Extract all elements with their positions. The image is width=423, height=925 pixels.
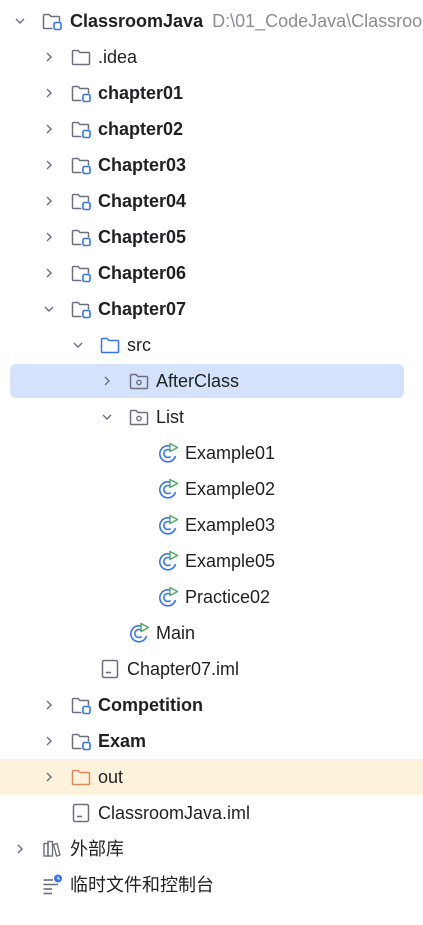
tree-label-src: src xyxy=(127,335,151,355)
module-folder-icon xyxy=(70,694,92,716)
tree-row-chapter02[interactable]: chapter02 xyxy=(0,111,423,147)
module-folder-icon xyxy=(70,118,92,140)
iml-file-icon xyxy=(99,658,121,680)
excluded-folder-icon xyxy=(70,766,92,788)
runnable-class-icon xyxy=(157,550,179,572)
chevron-down-icon[interactable] xyxy=(70,327,86,363)
chevron-right-icon[interactable] xyxy=(41,723,57,759)
runnable-class-icon xyxy=(157,478,179,500)
library-icon xyxy=(41,838,63,860)
tree-label-out: out xyxy=(98,767,124,787)
chevron-right-icon[interactable] xyxy=(41,759,57,795)
module-folder-icon xyxy=(41,10,63,32)
chevron-right-icon[interactable] xyxy=(41,687,57,723)
tree-label-exam: Exam xyxy=(98,731,147,751)
tree-row-chapter03[interactable]: Chapter03 xyxy=(0,147,423,183)
tree-label-competition: Competition xyxy=(98,695,203,715)
tree-label-afterclass: AfterClass xyxy=(156,371,240,391)
module-folder-icon xyxy=(70,730,92,752)
tree-row-scratches[interactable]: 临时文件和控制台 xyxy=(0,867,423,903)
chevron-right-icon[interactable] xyxy=(41,255,57,291)
tree-label-classroom-iml: ClassroomJava.iml xyxy=(98,803,251,823)
tree-row-exam[interactable]: Exam xyxy=(0,723,423,759)
source-folder-icon xyxy=(99,334,121,356)
tree-label-chapter07-iml: Chapter07.iml xyxy=(127,659,240,679)
chevron-right-icon[interactable] xyxy=(41,183,57,219)
tree-row-chapter07[interactable]: Chapter07 xyxy=(0,291,423,327)
project-path: D:\01_CodeJava\Classroo xyxy=(212,11,423,31)
tree-label-scratches: 临时文件和控制台 xyxy=(70,875,214,895)
tree-label-chapter04: Chapter04 xyxy=(98,191,187,211)
tree-label-example01: Example01 xyxy=(185,443,276,463)
chevron-down-icon[interactable] xyxy=(41,291,57,327)
module-folder-icon xyxy=(70,190,92,212)
tree-label-chapter02: chapter02 xyxy=(98,119,184,139)
tree-label-chapter07: Chapter07 xyxy=(98,299,187,319)
runnable-class-icon xyxy=(157,514,179,536)
tree-label-main: Main xyxy=(156,623,196,643)
tree-row-list[interactable]: List xyxy=(0,399,423,435)
chevron-right-icon[interactable] xyxy=(41,147,57,183)
scratches-icon xyxy=(41,874,63,896)
tree-row-out[interactable]: out xyxy=(0,759,423,795)
tree-row-example03[interactable]: Example03 xyxy=(0,507,423,543)
tree-label-chapter05: Chapter05 xyxy=(98,227,187,247)
package-icon xyxy=(128,406,150,428)
tree-label-root: ClassroomJava D:\01_CodeJava\Classroo xyxy=(70,11,423,31)
tree-row-root[interactable]: ClassroomJava D:\01_CodeJava\Classroo xyxy=(0,3,423,39)
tree-row-afterclass[interactable]: AfterClass xyxy=(0,363,423,399)
excluded-highlight xyxy=(0,759,423,795)
module-folder-icon xyxy=(70,298,92,320)
chevron-right-icon[interactable] xyxy=(41,39,57,75)
chevron-down-icon[interactable] xyxy=(12,3,28,39)
tree-label-example02: Example02 xyxy=(185,479,276,499)
package-icon xyxy=(128,370,150,392)
chevron-right-icon[interactable] xyxy=(99,363,115,399)
chevron-right-icon[interactable] xyxy=(41,219,57,255)
iml-file-icon xyxy=(70,802,92,824)
chevron-right-icon[interactable] xyxy=(41,111,57,147)
folder-icon xyxy=(70,46,92,68)
tree-row-example02[interactable]: Example02 xyxy=(0,471,423,507)
tree-label-chapter06: Chapter06 xyxy=(98,263,187,283)
runnable-class-icon xyxy=(157,586,179,608)
tree-row-practice02[interactable]: Practice02 xyxy=(0,579,423,615)
tree-label-idea: .idea xyxy=(98,47,138,67)
tree-label-chapter03: Chapter03 xyxy=(98,155,187,175)
tree-row-example01[interactable]: Example01 xyxy=(0,435,423,471)
module-folder-icon xyxy=(70,226,92,248)
module-folder-icon xyxy=(70,82,92,104)
tree-label-practice02: Practice02 xyxy=(185,587,271,607)
chevron-right-icon[interactable] xyxy=(12,831,28,867)
tree-row-external-libraries[interactable]: 外部库 xyxy=(0,831,423,867)
module-folder-icon xyxy=(70,262,92,284)
runnable-class-icon xyxy=(128,622,150,644)
tree-row-classroom-iml[interactable]: ClassroomJava.iml xyxy=(0,795,423,831)
chevron-down-icon[interactable] xyxy=(99,399,115,435)
tree-row-example05[interactable]: Example05 xyxy=(0,543,423,579)
tree-label-list: List xyxy=(156,407,185,427)
tree-row-chapter06[interactable]: Chapter06 xyxy=(0,255,423,291)
runnable-class-icon xyxy=(157,442,179,464)
tree-label-external-libraries: 外部库 xyxy=(70,839,124,859)
tree-row-idea[interactable]: .idea xyxy=(0,39,423,75)
chevron-right-icon[interactable] xyxy=(41,75,57,111)
tree-row-chapter05[interactable]: Chapter05 xyxy=(0,219,423,255)
tree-label-example05: Example05 xyxy=(185,551,276,571)
project-tree: ClassroomJava D:\01_CodeJava\Classroo .id… xyxy=(0,0,423,925)
module-folder-icon xyxy=(70,154,92,176)
tree-label-chapter01: chapter01 xyxy=(98,83,184,103)
tree-row-chapter07-iml[interactable]: Chapter07.iml xyxy=(0,651,423,687)
tree-row-src[interactable]: src xyxy=(0,327,423,363)
tree-label-example03: Example03 xyxy=(185,515,276,535)
tree-row-chapter04[interactable]: Chapter04 xyxy=(0,183,423,219)
tree-row-chapter01[interactable]: chapter01 xyxy=(0,75,423,111)
tree-row-competition[interactable]: Competition xyxy=(0,687,423,723)
tree-row-main[interactable]: Main xyxy=(0,615,423,651)
